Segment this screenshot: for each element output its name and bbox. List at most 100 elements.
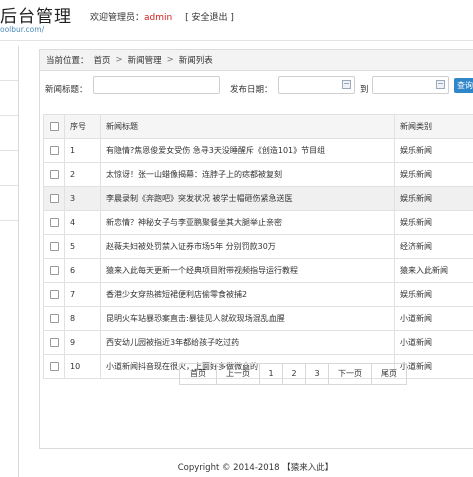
row-checkbox-cell [43,354,65,379]
footer-copyright: Copyright © 2014-2018 【猿来入此】 [177,463,334,473]
breadcrumb-prefix: 当前位置： [46,56,89,66]
row-title[interactable]: 昆明火车站暴恐案直击:暴徒见人就砍现场混乱血腥 [100,306,395,331]
sidebar-item[interactable] [0,116,18,151]
breadcrumb-separator: > [115,55,123,65]
row-checkbox[interactable] [49,266,59,275]
table-row[interactable]: 7 香港少女穿热裤短裙便利店偷零食被捕2 娱乐新闻 [43,282,473,307]
table-row[interactable]: 6 猿来入此每天更新一个经典项目附带视频指导运行教程 猿来入此新闻 [43,258,473,283]
row-checkbox[interactable] [49,290,59,299]
page-next-button[interactable]: 下一页 [329,364,372,384]
page-number-button[interactable]: 3 [306,364,329,384]
page-last-button[interactable]: 尾页 [372,364,406,384]
end-date-input[interactable] [372,76,449,94]
row-category: 娱乐新闻 [394,162,473,187]
row-checkbox-cell [43,186,65,211]
row-no: 9 [64,330,101,355]
row-checkbox[interactable] [49,170,59,179]
row-checkbox-cell [43,234,65,259]
row-no: 5 [64,234,101,259]
calendar-icon[interactable] [342,80,351,89]
col-header-no: 序号 [64,114,101,139]
row-category: 娱乐新闻 [394,138,473,163]
row-title[interactable]: 李晨录制《奔跑吧》突发状况 被学士帽砸伤紧急送医 [100,186,395,211]
select-all-checkbox[interactable] [49,122,59,131]
row-checkbox[interactable] [49,362,59,371]
welcome-label: 欢迎管理员： [90,13,145,23]
row-no: 10 [64,354,101,379]
title-search-label: 新闻标题： [45,85,88,95]
row-checkbox[interactable] [49,146,59,155]
table-row[interactable]: 1 有隐情?焦恩俊爱女受伤 急寻3天没睡醒斥《创造101》节目组 娱乐新闻 [43,138,473,163]
row-no: 4 [64,210,101,235]
table-header-row: 序号 新闻标题 新闻类别 [43,114,473,139]
page-prev-button[interactable]: 上一页 [217,364,260,384]
page-first-button[interactable]: 首页 [180,364,217,384]
row-checkbox-cell [43,258,65,283]
row-title[interactable]: 西安幼儿园被指近3年都给孩子吃过药 [100,330,395,355]
news-table: 序号 新闻标题 新闻类别 1 有隐情?焦恩俊爱女受伤 急寻3天没睡醒斥《创造10… [43,114,473,379]
row-checkbox-cell [43,162,65,187]
row-category: 娱乐新闻 [394,282,473,307]
row-category: 猿来入此新闻 [394,258,473,283]
table-row[interactable]: 3 李晨录制《奔跑吧》突发状况 被学士帽砸伤紧急送医 娱乐新闻 [43,186,473,211]
breadcrumb: 当前位置： 首页 > 新闻管理 > 新闻列表 [40,50,473,71]
date-label: 发布日期： [230,85,273,95]
col-header-category: 新闻类别 [394,114,473,139]
row-category: 小道新闻 [394,330,473,355]
breadcrumb-news-list: 新闻列表 [178,56,213,66]
row-checkbox[interactable] [49,242,59,251]
breadcrumb-home[interactable]: 首页 [94,54,111,66]
row-checkbox-cell [43,330,65,355]
row-checkbox[interactable] [49,314,59,323]
start-date-input[interactable] [278,76,355,94]
sidebar [0,46,19,477]
row-checkbox-cell [43,306,65,331]
logout-link[interactable]: [ 安全退出 ] [185,13,234,23]
title-search-input[interactable] [93,76,220,94]
row-no: 6 [64,258,101,283]
sidebar-item[interactable] [0,81,18,116]
select-all-cell [43,114,65,139]
row-title[interactable]: 香港少女穿热裤短裙便利店偷零食被捕2 [100,282,395,307]
welcome-bar: 欢迎管理员：admin [ 安全退出 ] [90,10,234,23]
page-number-button[interactable]: 1 [260,364,283,384]
calendar-icon[interactable] [436,80,445,89]
row-checkbox-cell [43,282,65,307]
date-to-label: 到 [360,85,369,95]
row-no: 3 [64,186,101,211]
row-title[interactable]: 新恋情？神秘女子与李亚鹏聚餐坐其大腿举止亲密 [100,210,395,235]
breadcrumb-news-manage[interactable]: 新闻管理 [128,54,162,66]
breadcrumb-separator: > [166,55,174,65]
table-row[interactable]: 8 昆明火车站暴恐案直击:暴徒见人就砍现场混乱血腥 小道新闻 [43,306,473,331]
row-no: 1 [64,138,101,163]
row-no: 2 [64,162,101,187]
row-category: 小道新闻 [394,306,473,331]
app-subtitle: oolbur.com/ [0,25,45,34]
row-checkbox[interactable] [49,338,59,347]
row-title[interactable]: 猿来入此每天更新一个经典项目附带视频指导运行教程 [100,258,395,283]
main-panel: 当前位置： 首页 > 新闻管理 > 新闻列表 新闻标题： 发布日期： 到 查询 … [39,49,473,449]
header-divider [0,40,473,41]
row-title[interactable]: 有隐情?焦恩俊爱女受伤 急寻3天没睡醒斥《创造101》节目组 [100,138,395,163]
search-bar: 新闻标题： 发布日期： 到 查询 [40,71,473,107]
col-header-title: 新闻标题 [100,114,395,139]
page-number-button[interactable]: 2 [283,364,306,384]
username: admin [144,13,173,23]
sidebar-item[interactable] [0,151,18,186]
row-title[interactable]: 太惊讶！张一山蜡像揭幕：连脖子上的痣都被复刻 [100,162,395,187]
sidebar-item[interactable] [0,46,18,81]
row-no: 8 [64,306,101,331]
pagination: 首页 上一页 1 2 3 下一页 尾页 [179,363,407,385]
sidebar-item[interactable] [0,186,18,221]
row-checkbox-cell [43,138,65,163]
row-no: 7 [64,282,101,307]
app-title: 后台管理 [0,7,72,27]
row-title[interactable]: 赵薇夫妇被处罚禁入证券市场5年 分别罚款30万 [100,234,395,259]
table-row[interactable]: 4 新恋情？神秘女子与李亚鹏聚餐坐其大腿举止亲密 娱乐新闻 [43,210,473,235]
row-checkbox[interactable] [49,194,59,203]
row-checkbox[interactable] [49,218,59,227]
search-button[interactable]: 查询 [454,78,473,93]
table-row[interactable]: 5 赵薇夫妇被处罚禁入证券市场5年 分别罚款30万 经济新闻 [43,234,473,259]
table-row[interactable]: 9 西安幼儿园被指近3年都给孩子吃过药 小道新闻 [43,330,473,355]
table-row[interactable]: 2 太惊讶！张一山蜡像揭幕：连脖子上的痣都被复刻 娱乐新闻 [43,162,473,187]
